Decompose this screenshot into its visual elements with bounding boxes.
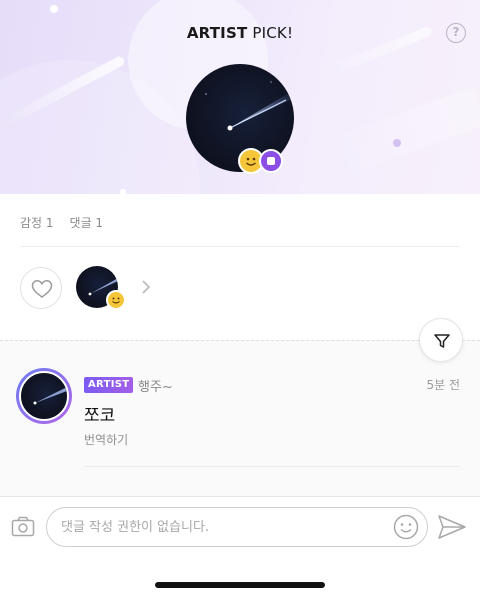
comment-time: 5분 전 bbox=[426, 378, 460, 392]
chat-icon bbox=[259, 149, 283, 173]
home-indicator bbox=[155, 582, 325, 588]
translate-link[interactable]: 번역하기 bbox=[84, 431, 128, 448]
artist-badge: ARTIST bbox=[84, 377, 134, 393]
banner-dot bbox=[120, 189, 126, 194]
comment-author[interactable]: 행주~ bbox=[138, 376, 173, 395]
divider bbox=[84, 466, 460, 467]
comment-list bbox=[0, 340, 480, 496]
question-circle-icon[interactable]: ? bbox=[446, 23, 466, 43]
header-banner: ARTIST PICK! ? bbox=[0, 0, 480, 194]
comment-count[interactable]: 댓글 1 bbox=[70, 214, 104, 231]
comment-input[interactable] bbox=[61, 508, 381, 546]
smiley-icon bbox=[106, 290, 126, 310]
filter-button[interactable] bbox=[419, 318, 463, 362]
heart-outline-icon bbox=[31, 280, 53, 298]
comment-input-wrapper bbox=[46, 507, 428, 547]
banner-dot bbox=[50, 5, 58, 13]
send-icon[interactable] bbox=[437, 514, 467, 540]
page-title: ARTIST PICK! bbox=[0, 24, 480, 42]
emotion-count[interactable]: 감정 1 bbox=[20, 214, 54, 231]
banner-dot bbox=[393, 139, 401, 147]
filter-icon bbox=[434, 334, 450, 348]
banner-streak bbox=[323, 86, 480, 179]
section-divider bbox=[0, 340, 480, 341]
title-bold: ARTIST bbox=[186, 24, 248, 42]
divider bbox=[20, 246, 460, 247]
smiley-icon[interactable] bbox=[393, 514, 419, 540]
camera-icon[interactable] bbox=[11, 516, 35, 538]
comment-body: 쪼코 bbox=[84, 406, 116, 426]
reaction-counts: 감정 1 댓글 1 bbox=[20, 214, 103, 231]
like-button[interactable] bbox=[20, 267, 62, 309]
artist-pick-screen: ARTIST PICK! ? 감정 1 댓글 1 ARTIST 행주~ 5분 전… bbox=[0, 0, 480, 600]
comment-avatar[interactable] bbox=[19, 371, 69, 421]
title-rest: PICK! bbox=[247, 24, 294, 42]
chevron-right-icon[interactable] bbox=[140, 279, 152, 295]
